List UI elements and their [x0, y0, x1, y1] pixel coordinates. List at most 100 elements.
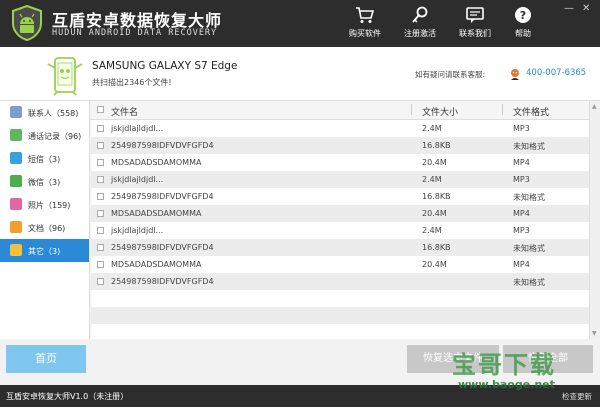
device-info-panel: SAMSUNG GALAXY S7 Edge 共扫描出2346个文件! 如有疑问…	[0, 47, 600, 101]
customer-service-icon	[511, 69, 519, 80]
table-body: jskjdlajldjdl... 2.4M MP3 254987598IDFVDVFG…	[91, 120, 589, 324]
buy-software-label: 购买软件	[349, 29, 381, 38]
column-divider[interactable]	[411, 104, 412, 115]
app-subtitle: HUDUN ANDROID DATA RECOVERY	[52, 28, 218, 38]
column-divider[interactable]	[502, 104, 503, 115]
row-checkbox[interactable]	[97, 244, 104, 251]
recover-all-button[interactable]: 恢复全部	[503, 345, 593, 373]
table-row[interactable]: 254987598IDFVDVFGFD4 16.8KB 未知格式	[91, 188, 589, 205]
row-checkbox[interactable]	[97, 176, 104, 183]
android-phone-mascot-icon	[47, 57, 83, 96]
contact-label: 如有疑问请联系客服:	[415, 70, 486, 79]
register-button[interactable]: 注册激活	[392, 6, 448, 42]
scroll-up-arrow-icon[interactable]: ▲	[592, 103, 599, 110]
file-format-cell: 未知格式	[513, 278, 545, 287]
table-row[interactable]: jskjdlajldjdl... 2.4M MP3	[91, 171, 589, 188]
scan-result-text: 共扫描出2346个文件!	[92, 78, 172, 87]
cart-icon	[356, 7, 375, 23]
file-format-cell: MP4	[513, 260, 530, 269]
row-checkbox[interactable]	[97, 278, 104, 285]
row-checkbox[interactable]	[97, 227, 104, 234]
file-format-cell: 未知格式	[513, 142, 545, 151]
file-size-cell: 2.4M	[422, 226, 442, 235]
sidebar-item-label: 通话记录（96)	[28, 132, 82, 141]
file-name-cell: 254987598IDFVDVFGFD4	[111, 141, 214, 150]
file-table: 文件名 文件大小 文件格式 jskjdlajldjdl... 2.4M MP3 254…	[91, 101, 589, 339]
file-format-cell: MP3	[513, 226, 530, 235]
phone-icon	[10, 129, 22, 141]
sidebar-item[interactable]: 其它（3)	[0, 239, 89, 262]
file-name-cell: 254987598IDFVDVFGFD4	[111, 277, 214, 286]
chat-icon	[466, 7, 484, 23]
file-size-cell: 16.8KB	[422, 243, 451, 252]
table-row[interactable]: MDSADADSDAMOMMA 20.4M MP4	[91, 205, 589, 222]
sidebar-item[interactable]: 通话记录（96)	[0, 124, 89, 147]
file-format-cell: MP4	[513, 209, 530, 218]
table-row[interactable]	[91, 307, 589, 324]
version-status: 互盾安卓恢复大师V1.0（未注册）	[6, 392, 129, 401]
file-format-cell: MP3	[513, 124, 530, 133]
sidebar-item[interactable]: 短信（3)	[0, 147, 89, 170]
file-format-cell: 未知格式	[513, 244, 545, 253]
table-row[interactable]: 254987598IDFVDVFGFD4 未知格式	[91, 273, 589, 290]
table-row[interactable]: 254987598IDFVDVFGFD4 16.8KB 未知格式	[91, 239, 589, 256]
row-checkbox[interactable]	[97, 210, 104, 217]
help-icon: ?	[515, 7, 531, 23]
column-header-format[interactable]: 文件格式	[513, 105, 549, 118]
other-icon	[10, 244, 22, 256]
file-name-cell: jskjdlajldjdl...	[111, 226, 164, 235]
home-button[interactable]: 首页	[6, 345, 86, 373]
row-checkbox[interactable]	[97, 125, 104, 132]
sidebar-item[interactable]: 照片（159)	[0, 193, 89, 216]
sidebar-item-label: 文档（96)	[28, 224, 66, 233]
help-button[interactable]: ? 帮助	[495, 6, 551, 42]
sidebar-item[interactable]: 文档（96)	[0, 216, 89, 239]
table-row[interactable]: 254987598IDFVDVFGFD4 16.8KB 未知格式	[91, 137, 589, 154]
file-name-cell: jskjdlajldjdl...	[111, 124, 164, 133]
sms-icon	[10, 152, 22, 164]
table-scrollbar[interactable]: ▲ ▼	[589, 101, 600, 339]
document-icon	[10, 221, 22, 233]
file-format-cell: 未知格式	[513, 193, 545, 202]
file-size-cell: 2.4M	[422, 124, 442, 133]
sidebar-item-label: 照片（159)	[28, 201, 71, 210]
select-all-checkbox[interactable]	[97, 106, 104, 113]
contacts-icon	[10, 106, 22, 118]
file-name-cell: MDSADADSDAMOMMA	[111, 209, 202, 218]
sidebar-item-label: 短信（3)	[28, 155, 61, 164]
file-size-cell: 20.4M	[422, 260, 447, 269]
sidebar-item-label: 联系人（558)	[28, 109, 79, 118]
row-checkbox[interactable]	[97, 159, 104, 166]
table-row[interactable]: MDSADADSDAMOMMA 20.4M MP4	[91, 154, 589, 171]
help-label: 帮助	[515, 29, 531, 38]
minimize-button[interactable]: —	[564, 3, 574, 14]
row-checkbox[interactable]	[97, 142, 104, 149]
file-format-cell: MP3	[513, 175, 530, 184]
row-checkbox[interactable]	[97, 261, 104, 268]
sidebar-item[interactable]: 联系人（558)	[0, 101, 89, 124]
scroll-down-arrow-icon[interactable]: ▼	[592, 330, 599, 337]
check-update-link[interactable]: 检查更新	[562, 391, 592, 402]
close-button[interactable]: ✕	[582, 3, 590, 14]
device-name: SAMSUNG GALAXY S7 Edge	[92, 60, 238, 72]
sidebar-item-label: 微信（3)	[28, 178, 61, 187]
column-header-size[interactable]: 文件大小	[422, 105, 458, 118]
row-checkbox[interactable]	[97, 193, 104, 200]
table-row[interactable]	[91, 290, 589, 307]
sidebar-item[interactable]: 微信（3)	[0, 170, 89, 193]
table-header: 文件名 文件大小 文件格式	[91, 101, 589, 120]
file-size-cell: 20.4M	[422, 158, 447, 167]
file-format-cell: MP4	[513, 158, 530, 167]
support-phone-number[interactable]: 400-007-6365	[526, 68, 586, 78]
table-row[interactable]: MDSADADSDAMOMMA 20.4M MP4	[91, 256, 589, 273]
table-row[interactable]: jskjdlajldjdl... 2.4M MP3	[91, 222, 589, 239]
buy-software-button[interactable]: 购买软件	[337, 6, 393, 42]
category-sidebar: 联系人（558) 通话记录（96) 短信（3) 微信（3) 照片（159) 文档（96) 其…	[0, 101, 90, 339]
recover-selected-button[interactable]: 恢复选中文件	[407, 345, 499, 373]
file-name-cell: 254987598IDFVDVFGFD4	[111, 243, 214, 252]
key-icon	[412, 6, 428, 23]
file-size-cell: 20.4M	[422, 209, 447, 218]
table-row[interactable]: jskjdlajldjdl... 2.4M MP3	[91, 120, 589, 137]
svg-text:?: ?	[520, 9, 526, 22]
column-header-name[interactable]: 文件名	[111, 105, 138, 118]
